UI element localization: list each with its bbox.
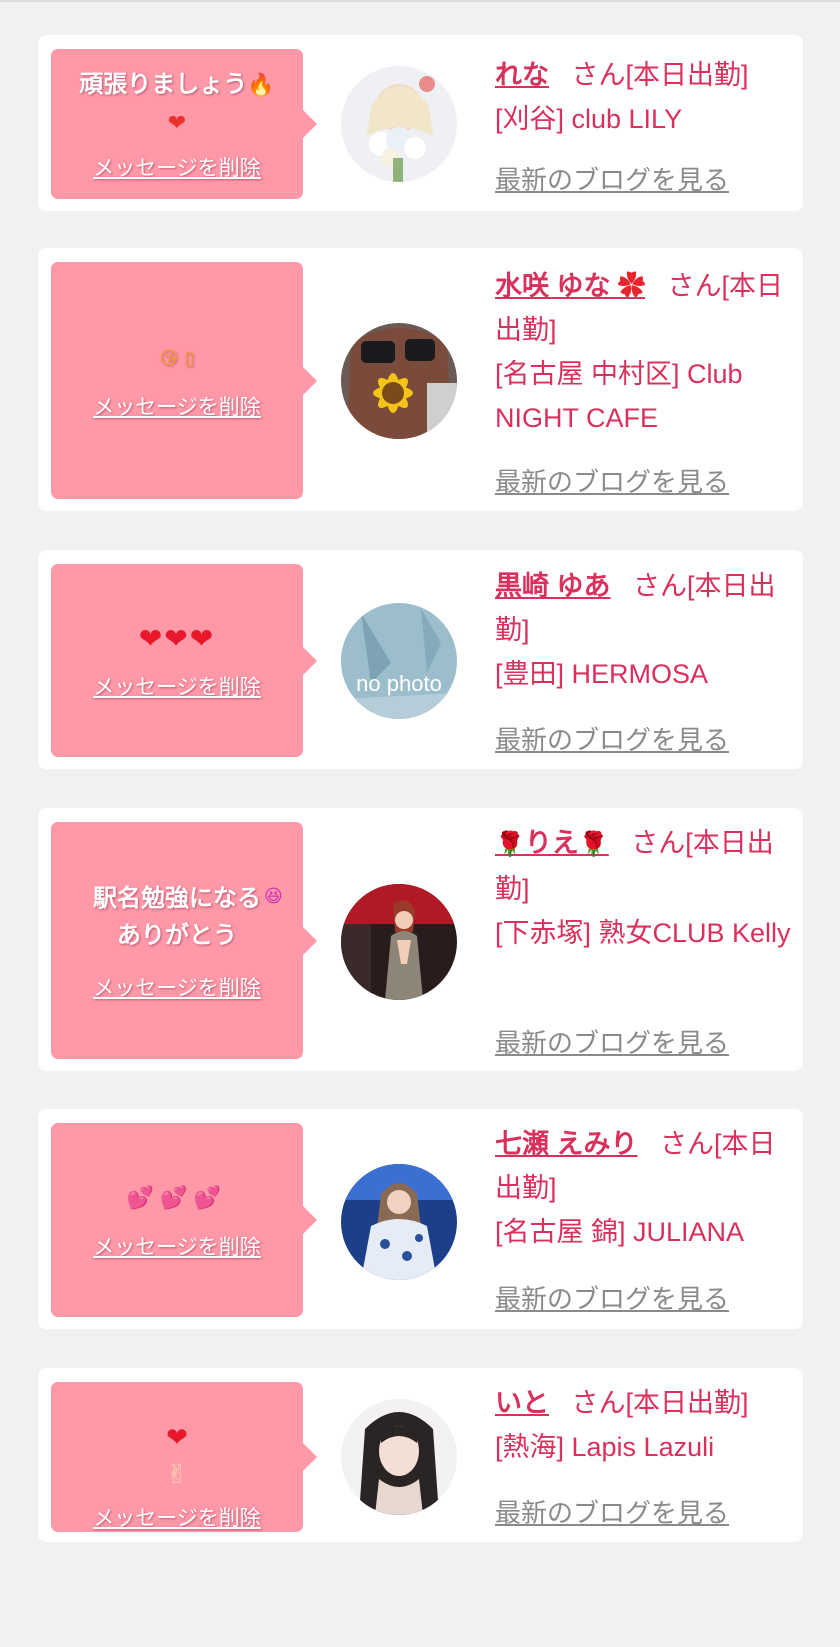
- cast-info: 黒崎 ゆあ さん[本日出勤] [豊田] HERMOSA: [495, 564, 795, 696]
- shop-label: [下赤塚] 熟女CLUB Kelly: [495, 918, 791, 948]
- cast-info: いと さん[本日出勤] [熱海] Lapis Lazuli: [495, 1381, 795, 1469]
- avatar[interactable]: [341, 1399, 457, 1515]
- message-emoji: 💕💕💕: [126, 1185, 228, 1211]
- cast-info: 🌹りえ🌹 さん[本日出勤] [下赤塚] 熟女CLUB Kelly: [495, 821, 795, 955]
- message-bubble: 駅名勉強になる ありがとう 😆 メッセージを削除: [51, 822, 317, 1059]
- message-card: ❤ ✌ メッセージを削除 いと さん[本日出勤] [熱海] Lapis Lazu…: [38, 1368, 803, 1542]
- message-card: 😘 ▯ メッセージを削除 水咲 ゆな ✿ さん[本日出勤] [名古屋 中村区] …: [38, 248, 803, 511]
- message-card: 頑張りましょう🔥 ❤ メッセージを削除 れな さん[本日出勤] [刈谷] club…: [38, 35, 803, 211]
- name-suffix: さん[本日出勤]: [571, 1388, 749, 1418]
- delete-message-link[interactable]: メッセージを削除: [93, 1502, 261, 1532]
- delete-message-link[interactable]: メッセージを削除: [93, 671, 261, 701]
- shop-label: [名古屋 錦] JULIANA: [495, 1217, 745, 1247]
- delete-message-link[interactable]: メッセージを削除: [93, 152, 261, 182]
- cast-name-link[interactable]: れな: [495, 60, 549, 90]
- flower-icon: ✿: [618, 271, 646, 301]
- message-bubble: 😘 ▯ メッセージを削除: [51, 262, 317, 499]
- rose-icon: 🌹: [578, 831, 609, 858]
- latest-blog-link[interactable]: 最新のブログを見る: [495, 1279, 729, 1316]
- cast-name-link[interactable]: 水咲 ゆな ✿: [495, 271, 645, 301]
- latest-blog-link[interactable]: 最新のブログを見る: [495, 1493, 729, 1530]
- message-bubble: ❤❤❤ メッセージを削除: [51, 564, 317, 757]
- name-suffix: さん[本日出勤]: [571, 60, 749, 90]
- cast-info: 七瀬 えみり さん[本日出勤] [名古屋 錦] JULIANA: [495, 1122, 795, 1254]
- avatar-photo: [341, 1164, 457, 1280]
- avatar[interactable]: no photo: [341, 603, 457, 719]
- avatar-photo: [341, 66, 457, 182]
- delete-message-link[interactable]: メッセージを削除: [93, 391, 261, 421]
- avatar[interactable]: [341, 323, 457, 439]
- peace-hand-icon: ✌: [166, 1459, 188, 1490]
- message-emoji: 😘 ▯: [159, 348, 195, 369]
- heart-icon: ❤: [166, 1422, 188, 1453]
- latest-blog-link[interactable]: 最新のブログを見る: [495, 160, 729, 197]
- no-photo-label: no photo: [356, 671, 442, 696]
- avatar[interactable]: [341, 66, 457, 182]
- avatar-photo: [341, 1399, 457, 1515]
- cast-name-link[interactable]: いと: [495, 1388, 549, 1418]
- no-photo-placeholder: [341, 603, 457, 719]
- message-bubble: 💕💕💕 メッセージを削除: [51, 1123, 317, 1317]
- cast-name-link[interactable]: 七瀬 えみり: [495, 1129, 638, 1159]
- cast-name-link[interactable]: 黒崎 ゆあ: [495, 571, 611, 601]
- shop-label: [刈谷] club LILY: [495, 104, 683, 134]
- shop-label: [豊田] HERMOSA: [495, 659, 709, 689]
- delete-message-link[interactable]: メッセージを削除: [93, 972, 261, 1002]
- laughing-emoji-icon: 😆: [264, 886, 283, 907]
- cast-name-link[interactable]: 🌹りえ🌹: [495, 828, 609, 858]
- shop-label: [名古屋 中村区] Club NIGHT CAFE: [495, 359, 743, 433]
- avatar[interactable]: [341, 884, 457, 1000]
- cast-info: れな さん[本日出勤] [刈谷] club LILY: [495, 53, 795, 141]
- rose-icon: 🌹: [495, 831, 525, 858]
- cast-info: 水咲 ゆな ✿ さん[本日出勤] [名古屋 中村区] Club NIGHT CA…: [495, 264, 795, 440]
- message-emoji: ❤ ✌: [158, 1383, 196, 1494]
- top-divider: [0, 0, 840, 2]
- message-card: 駅名勉強になる ありがとう 😆 メッセージを削除 🌹りえ🌹 さん[本日出勤] […: [38, 808, 803, 1071]
- latest-blog-link[interactable]: 最新のブログを見る: [495, 720, 729, 757]
- message-text: 頑張りましょう🔥 ❤: [79, 70, 275, 136]
- avatar-photo: [341, 884, 457, 1000]
- delete-message-link[interactable]: メッセージを削除: [93, 1231, 261, 1261]
- message-emoji: ❤❤❤: [138, 622, 216, 655]
- latest-blog-link[interactable]: 最新のブログを見る: [495, 462, 729, 499]
- message-bubble: ❤ ✌ メッセージを削除: [51, 1382, 317, 1532]
- message-bubble: 頑張りましょう🔥 ❤ メッセージを削除: [51, 49, 317, 199]
- latest-blog-link[interactable]: 最新のブログを見る: [495, 1023, 729, 1060]
- shop-label: [熱海] Lapis Lazuli: [495, 1432, 715, 1462]
- message-card: ❤❤❤ メッセージを削除 no photo 黒崎 ゆあ さん[本日出勤] [豊田…: [38, 550, 803, 769]
- avatar-photo: [341, 323, 457, 439]
- avatar[interactable]: [341, 1164, 457, 1280]
- message-card: 💕💕💕 メッセージを削除 七瀬 えみり さん[本日出勤] [名古屋 錦] JUL…: [38, 1109, 803, 1329]
- message-text: 駅名勉強になる ありがとう: [93, 883, 261, 949]
